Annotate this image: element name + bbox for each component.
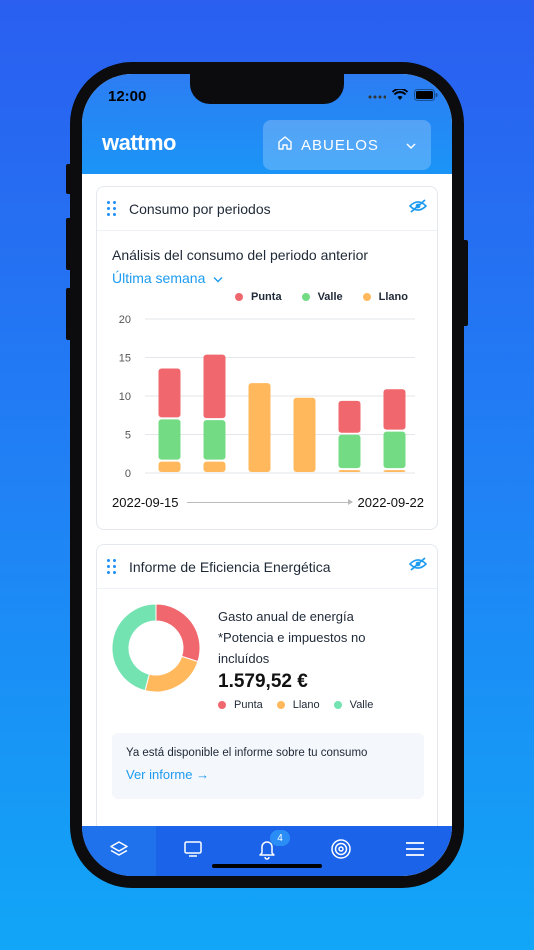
legend-label: Punta xyxy=(251,291,282,303)
chevron-down-icon xyxy=(213,270,223,286)
eye-off-icon[interactable] xyxy=(408,199,428,218)
y-tick-label: 20 xyxy=(119,314,131,326)
menu-icon xyxy=(405,841,425,862)
bar-chart: 0 5 10 15 20 xyxy=(119,314,415,480)
bottom-tab-bar: 4 xyxy=(82,826,452,876)
card-header: Informe de Eficiencia Energética xyxy=(97,545,437,589)
legend-item-llano: Llano xyxy=(362,291,408,303)
chevron-down-icon xyxy=(405,137,417,154)
legend-label: Valle xyxy=(317,291,343,303)
bar-segment-valle xyxy=(383,431,406,469)
bar-segment-llano xyxy=(158,461,181,472)
home-selector[interactable]: ABUELOS xyxy=(263,120,431,170)
legend-item-punta: Punta xyxy=(235,291,282,303)
tab-notifications[interactable]: 4 xyxy=(230,826,304,876)
donut-chart xyxy=(111,603,201,693)
bar-segment-punta xyxy=(158,368,181,418)
card-title: Informe de Eficiencia Energética xyxy=(129,558,331,575)
phone-frame: 12:00 wattmo ABUELOS Consumo por periodo… xyxy=(66,62,468,888)
app-screen: 12:00 wattmo ABUELOS Consumo por periodo… xyxy=(82,74,452,876)
bar-segment-punta xyxy=(203,354,226,419)
target-icon xyxy=(330,838,352,865)
tv-icon xyxy=(183,839,203,864)
bar-segment-llano xyxy=(248,383,271,472)
donut-slice-punta xyxy=(155,603,201,663)
legend-item-punta: Punta xyxy=(218,699,263,711)
date-end: 2022-09-22 xyxy=(357,495,425,510)
donut-slice-llano xyxy=(144,655,199,693)
status-time: 12:00 xyxy=(108,88,147,105)
drag-handle-icon[interactable] xyxy=(107,200,117,217)
app-logo: wattmo xyxy=(102,130,177,155)
bar-segment-valle xyxy=(338,434,361,469)
legend-item-valle: Valle xyxy=(301,291,343,303)
period-label: Última semana xyxy=(112,270,206,286)
layers-icon xyxy=(109,839,129,864)
home-selector-value: ABUELOS xyxy=(301,136,379,154)
y-tick-label: 10 xyxy=(119,391,131,403)
report-notice: Ya está disponible el informe sobre tu c… xyxy=(112,733,424,799)
date-range: 2022-09-15 2022-09-22 xyxy=(112,495,424,510)
y-tick-label: 5 xyxy=(125,430,131,442)
y-tick-label: 15 xyxy=(119,353,131,365)
bar-segment-punta xyxy=(338,400,361,433)
notice-text: Ya está disponible el informe sobre tu c… xyxy=(126,747,368,759)
card-informe: Informe de Eficiencia Energética Gasto a… xyxy=(96,544,438,844)
bar-segment-valle xyxy=(203,420,226,460)
bar-segment-llano xyxy=(383,470,406,472)
bar-segment-llano xyxy=(338,470,361,472)
eye-off-icon[interactable] xyxy=(408,557,428,576)
tab-devices[interactable] xyxy=(156,826,230,876)
donut-legend: Punta Llano Valle xyxy=(218,699,373,711)
report-title: Gasto anual de energía xyxy=(218,609,354,624)
view-report-link[interactable]: Ver informe → xyxy=(126,767,209,782)
drag-handle-icon[interactable] xyxy=(107,558,117,575)
chart-legend: Punta Valle Llano xyxy=(235,291,408,303)
status-icons xyxy=(368,88,438,106)
card-header: Consumo por periodos xyxy=(97,187,437,231)
report-note: *Potencia e impuestos no incluídos xyxy=(218,630,366,666)
date-start: 2022-09-15 xyxy=(112,495,179,510)
y-tick-label: 0 xyxy=(125,468,131,480)
card-title: Consumo por periodos xyxy=(129,200,271,217)
chart-subtitle: Análisis del consumo del periodo anterio… xyxy=(112,247,369,263)
home-icon xyxy=(277,135,293,155)
battery-icon xyxy=(414,88,438,106)
arrow-right-icon xyxy=(186,499,353,505)
legend-label: Valle xyxy=(349,699,374,711)
signal-icon xyxy=(368,88,387,106)
legend-item-llano: Llano xyxy=(276,699,320,711)
notification-badge: 4 xyxy=(270,830,290,846)
bar-segment-llano xyxy=(203,461,226,472)
bar-segment-valle xyxy=(158,419,181,460)
home-indicator xyxy=(212,864,322,868)
notch xyxy=(190,74,344,104)
period-selector[interactable]: Última semana xyxy=(112,270,223,286)
dashboard-content: Consumo por periodos Análisis del consum… xyxy=(82,174,452,844)
tab-menu[interactable] xyxy=(378,826,452,876)
tab-goals[interactable] xyxy=(304,826,378,876)
legend-label: Llano xyxy=(378,291,408,303)
bar-segment-llano xyxy=(293,397,316,472)
card-consumo: Consumo por periodos Análisis del consum… xyxy=(96,186,438,530)
legend-item-valle: Valle xyxy=(333,699,374,711)
wifi-icon xyxy=(391,88,409,106)
bar-segment-punta xyxy=(383,389,406,430)
legend-label: Punta xyxy=(234,699,263,711)
legend-label: Llano xyxy=(292,699,320,711)
tab-layers[interactable] xyxy=(82,826,156,876)
report-amount: 1.579,52 € xyxy=(218,671,308,692)
